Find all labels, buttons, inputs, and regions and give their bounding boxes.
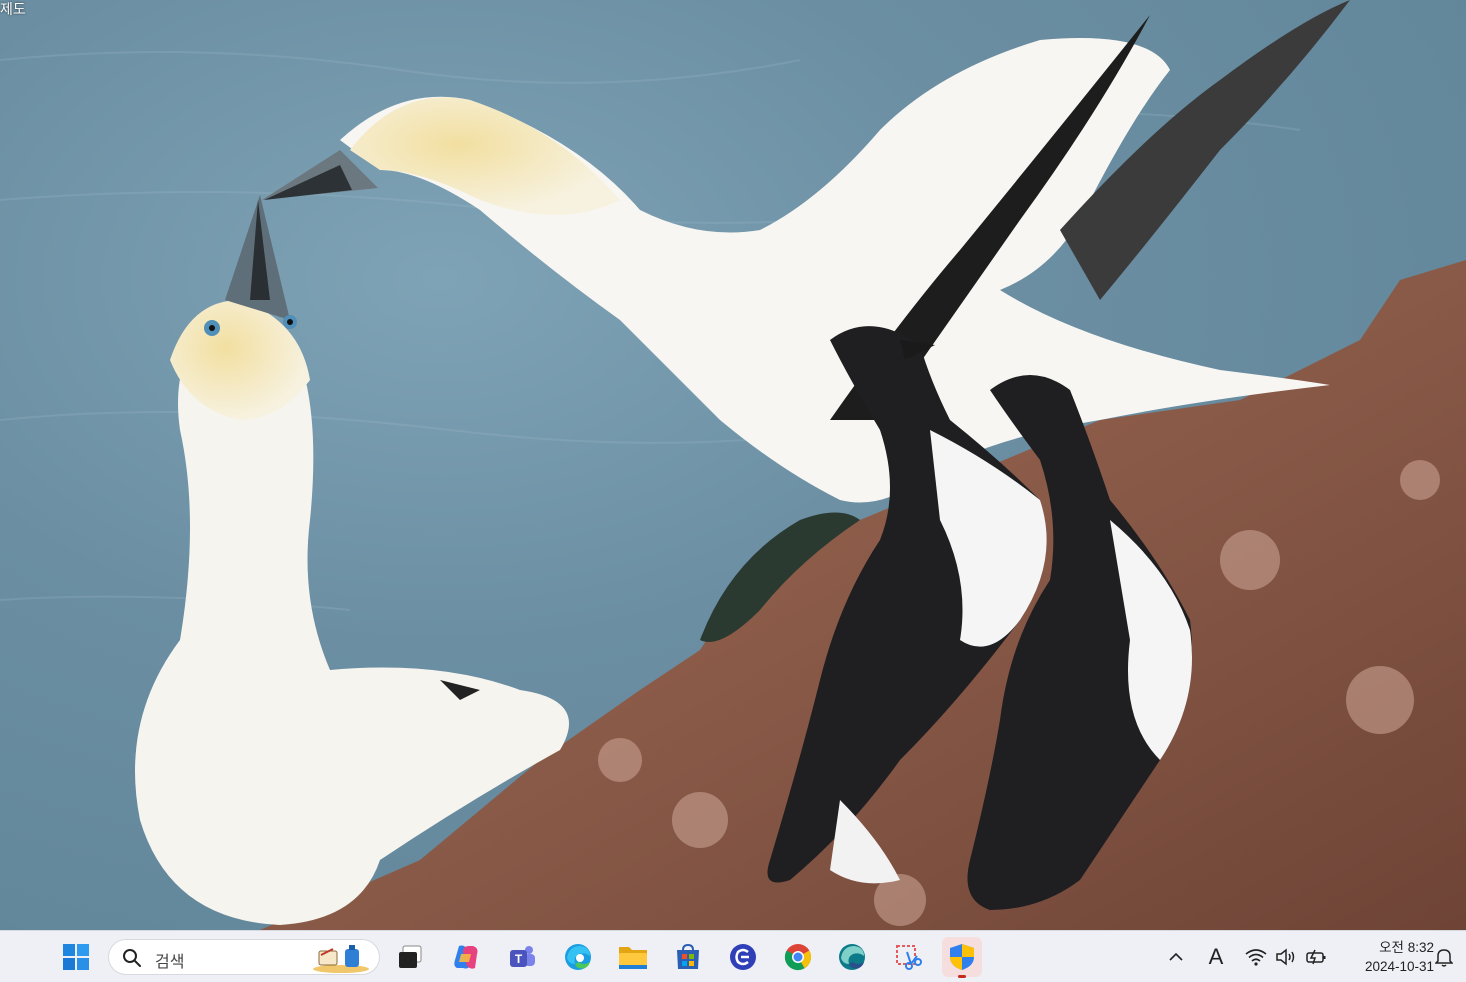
taskbar-search-box[interactable]: 검색 — [108, 939, 380, 975]
store-icon — [677, 943, 699, 969]
task-view-icon — [399, 945, 422, 968]
taskbar-app-teams[interactable]: T — [502, 937, 542, 977]
desktop-corner-label: 제도 — [0, 1, 26, 17]
windows-logo-icon — [63, 944, 89, 970]
running-indicator — [958, 975, 966, 978]
taskbar-app-edge[interactable] — [558, 937, 598, 977]
taskbar-app-copilot[interactable] — [446, 937, 486, 977]
clock-time: 오전 8:32 — [1379, 940, 1434, 955]
folder-icon — [619, 947, 647, 969]
edge-beta-icon — [839, 944, 865, 970]
chrome-icon — [784, 944, 812, 971]
taskbar-app-generic[interactable] — [723, 937, 763, 977]
speaker-icon — [1276, 948, 1295, 966]
taskbar-app-chrome[interactable] — [778, 937, 818, 977]
notifications-button[interactable] — [1432, 945, 1456, 969]
taskbar: 검색 T A 오전 8:32 2024-10-31 — [0, 930, 1466, 982]
taskbar-app-edge-beta[interactable] — [832, 937, 872, 977]
chevron-up-icon — [1169, 952, 1183, 961]
snipping-tool-icon — [896, 945, 922, 970]
svg-text:T: T — [515, 952, 523, 966]
search-highlight-icon — [313, 945, 369, 973]
battery-button[interactable] — [1304, 945, 1328, 969]
wallpaper-image — [0, 0, 1466, 930]
taskbar-app-file-explorer[interactable] — [613, 937, 653, 977]
bell-icon — [1435, 949, 1453, 967]
edge-icon — [565, 944, 591, 970]
teams-icon: T — [510, 946, 535, 967]
search-icon — [123, 949, 141, 967]
ime-indicator[interactable]: A — [1204, 944, 1228, 969]
windows-security-shield-icon — [950, 944, 974, 970]
clock[interactable]: 오전 8:32 2024-10-31 — [1338, 938, 1434, 976]
volume-button[interactable] — [1274, 945, 1298, 969]
desktop-wallpaper: 제도 — [0, 0, 1466, 930]
clock-date: 2024-10-31 — [1364, 959, 1434, 974]
wifi-icon — [1245, 949, 1267, 966]
taskbar-app-snipping-tool[interactable] — [888, 937, 928, 977]
battery-charging-icon — [1306, 949, 1326, 965]
taskbar-app-windows-security[interactable] — [942, 937, 982, 978]
copilot-icon — [454, 945, 478, 969]
taskbar-app-store[interactable] — [668, 937, 708, 977]
taskbar-app-task-view[interactable] — [390, 937, 430, 977]
show-hidden-icons-button[interactable] — [1164, 945, 1188, 969]
start-button[interactable] — [56, 937, 96, 977]
network-button[interactable] — [1244, 945, 1268, 969]
search-placeholder: 검색 — [155, 954, 185, 971]
app-logo-icon — [730, 944, 756, 970]
